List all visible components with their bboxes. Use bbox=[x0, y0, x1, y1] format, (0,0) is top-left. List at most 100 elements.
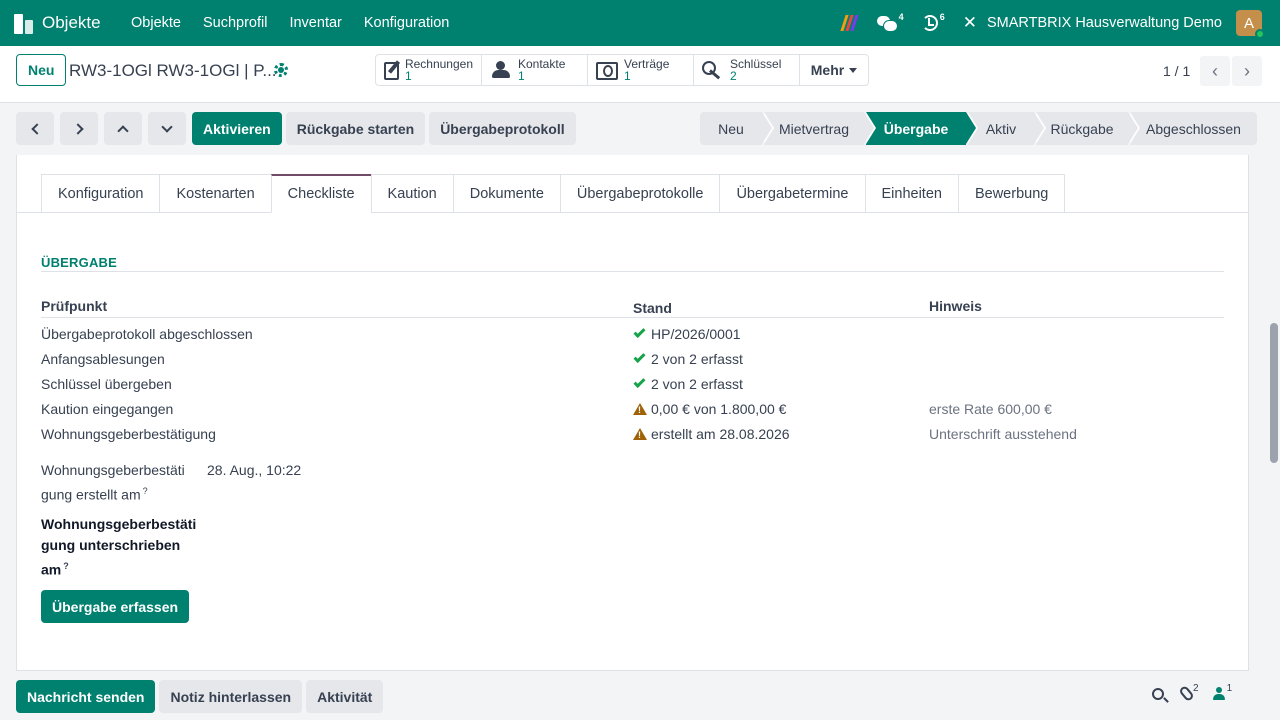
activate-button[interactable]: Aktivieren bbox=[192, 112, 282, 145]
checklist-table: Prüfpunkt Stand Hinweis Übergabeprotokol… bbox=[41, 298, 1224, 446]
invoice-edit-icon bbox=[384, 62, 399, 80]
app-brand[interactable]: Objekte bbox=[0, 12, 120, 34]
action-bar: Aktivieren Rückgabe starten Übergabeprot… bbox=[16, 112, 580, 146]
warning-icon bbox=[633, 402, 647, 415]
clock-icon bbox=[921, 15, 938, 31]
stage-neu[interactable]: Neu bbox=[700, 112, 772, 145]
tab-einheiten[interactable]: Einheiten bbox=[864, 174, 958, 213]
company-switcher[interactable]: ✕ SMARTBRIX Hausverwaltung Demo bbox=[963, 13, 1222, 33]
field-value-created: 28. Aug., 10:22 bbox=[207, 462, 302, 478]
help-tooltip-icon[interactable]: ? bbox=[63, 561, 69, 571]
activity-button[interactable]: Aktivität bbox=[306, 680, 384, 713]
status-cell: erstellt am 28.08.2026 bbox=[651, 425, 790, 442]
tab-kaution[interactable]: Kaution bbox=[370, 174, 453, 213]
help-tooltip-icon[interactable]: ? bbox=[143, 486, 148, 496]
chevron-left-icon bbox=[30, 122, 43, 135]
top-navbar: Objekte Objekte Suchprofil Inventar Konf… bbox=[0, 0, 1280, 46]
handover-protocol-button[interactable]: Übergabeprotokoll bbox=[429, 112, 576, 145]
smart-button-rechnungen[interactable]: Rechnungen 1 bbox=[376, 55, 482, 85]
smart-button-kontakte[interactable]: Kontakte 1 bbox=[482, 55, 588, 85]
gear-icon[interactable] bbox=[274, 63, 288, 77]
more-dropdown[interactable]: Mehr bbox=[800, 55, 868, 85]
chatter-toolbar: Nachricht senden Notiz hinterlassen Akti… bbox=[16, 680, 387, 713]
pager-previous-button[interactable]: ‹ bbox=[1200, 56, 1230, 86]
move-down-button[interactable] bbox=[148, 112, 186, 145]
table-row: Anfangsablesungen 2 von 2 erfasst bbox=[41, 346, 1224, 371]
stage-uebergabe[interactable]: Übergabe bbox=[866, 112, 976, 145]
form-sheet: Konfiguration Kostenarten Checkliste Kau… bbox=[16, 155, 1249, 671]
check-icon bbox=[633, 325, 646, 338]
tab-dokumente[interactable]: Dokumente bbox=[452, 174, 560, 213]
stage-mietvertrag[interactable]: Mietvertrag bbox=[764, 112, 874, 145]
menu-item-objekte[interactable]: Objekte bbox=[120, 15, 192, 31]
smart-buttons: Rechnungen 1 Kontakte 1 Verträge 1 Schlüsse… bbox=[375, 54, 869, 86]
person-icon bbox=[1212, 686, 1225, 701]
chevron-right-icon: › bbox=[1244, 60, 1250, 81]
tools-icon: ✕ bbox=[962, 13, 977, 32]
tab-checkliste[interactable]: Checkliste bbox=[270, 174, 371, 213]
tab-konfiguration[interactable]: Konfiguration bbox=[41, 174, 160, 213]
table-header: Prüfpunkt Stand Hinweis bbox=[41, 298, 1224, 318]
smart-button-value: 1 bbox=[518, 69, 525, 83]
chevron-down-icon bbox=[161, 120, 173, 133]
smart-button-value: 2 bbox=[730, 69, 737, 83]
attachments-button[interactable]: 2 bbox=[1178, 683, 1199, 703]
menu-item-suchprofil[interactable]: Suchprofil bbox=[192, 15, 278, 31]
user-avatar[interactable]: A bbox=[1236, 10, 1265, 39]
section-title: ÜBERGABE bbox=[41, 255, 117, 270]
tab-kostenarten[interactable]: Kostenarten bbox=[159, 174, 271, 213]
pager-value[interactable]: 1 / 1 bbox=[1163, 63, 1190, 79]
more-label: Mehr bbox=[810, 62, 845, 78]
record-handover-button[interactable]: Übergabe erfassen bbox=[41, 590, 190, 623]
followers-button[interactable]: 1 bbox=[1199, 683, 1232, 701]
pager-next-button[interactable]: › bbox=[1232, 56, 1262, 86]
menu-item-inventar[interactable]: Inventar bbox=[278, 15, 352, 31]
menu-item-konfiguration[interactable]: Konfiguration bbox=[353, 15, 460, 31]
checkpoint-cell: Schlüssel übergeben bbox=[41, 375, 172, 392]
attachments-count: 2 bbox=[1193, 683, 1199, 694]
send-message-button[interactable]: Nachricht senden bbox=[16, 680, 156, 713]
check-icon bbox=[633, 375, 646, 388]
move-up-button[interactable] bbox=[104, 112, 142, 145]
smart-button-value: 1 bbox=[624, 69, 631, 83]
stage-aktiv[interactable]: Aktiv bbox=[968, 112, 1044, 145]
smart-button-schluessel[interactable]: Schlüssel 2 bbox=[694, 55, 800, 85]
app-name: Objekte bbox=[42, 13, 101, 32]
messages-button[interactable]: 4 bbox=[876, 12, 904, 32]
log-note-button[interactable]: Notiz hinterlassen bbox=[159, 680, 303, 713]
smart-button-label: Rechnungen bbox=[404, 57, 473, 71]
stage-rueckgabe[interactable]: Rückgabe bbox=[1036, 112, 1138, 145]
note-cell: Unterschrift ausstehend bbox=[929, 425, 1077, 442]
followers-count: 1 bbox=[1226, 683, 1233, 694]
checkpoint-cell: Übergabeprotokoll abgeschlossen bbox=[41, 325, 253, 342]
users-icon bbox=[490, 61, 512, 79]
stage-abgeschlossen[interactable]: Abgeschlossen bbox=[1130, 112, 1257, 145]
previous-record-button[interactable] bbox=[16, 112, 54, 145]
tab-bewerbung[interactable]: Bewerbung bbox=[957, 174, 1066, 213]
stripes-logo-icon[interactable] bbox=[840, 15, 859, 31]
scrollbar-thumb[interactable] bbox=[1270, 323, 1278, 463]
chevron-left-icon: ‹ bbox=[1212, 60, 1218, 81]
chat-icon bbox=[876, 15, 898, 32]
warning-icon bbox=[633, 427, 647, 440]
column-header-pruefpunkt: Prüfpunkt bbox=[41, 298, 108, 314]
new-button[interactable]: Neu bbox=[16, 54, 67, 86]
label-line: gung unterschrieben bbox=[41, 537, 181, 553]
smart-button-vertraege[interactable]: Verträge 1 bbox=[588, 55, 694, 85]
tab-uebergabetermine[interactable]: Übergabetermine bbox=[719, 174, 865, 213]
activities-button[interactable]: 6 bbox=[921, 12, 945, 31]
avatar-letter: A bbox=[1243, 14, 1254, 32]
page-scrollbar[interactable] bbox=[1268, 103, 1280, 720]
search-icon[interactable] bbox=[1152, 687, 1164, 700]
tab-uebergabeprotokolle[interactable]: Übergabeprotokolle bbox=[559, 174, 720, 213]
smart-button-value: 1 bbox=[404, 69, 412, 83]
start-return-button[interactable]: Rückgabe starten bbox=[285, 112, 426, 145]
control-panel: Neu RW3-1OGl RW3-1OGl | P... Rechnungen 1… bbox=[0, 46, 1280, 103]
app-logo-icon bbox=[14, 12, 34, 34]
systray: 4 6 ✕ SMARTBRIX Hausverwaltung Demo A bbox=[823, 10, 1280, 39]
table-row: Übergabeprotokoll abgeschlossen HP/2026/… bbox=[41, 321, 1224, 346]
table-row: Schlüssel übergeben 2 von 2 erfasst bbox=[41, 371, 1224, 396]
messages-count: 4 bbox=[898, 12, 904, 22]
chevron-right-icon bbox=[71, 122, 84, 135]
next-record-button[interactable] bbox=[60, 112, 98, 145]
